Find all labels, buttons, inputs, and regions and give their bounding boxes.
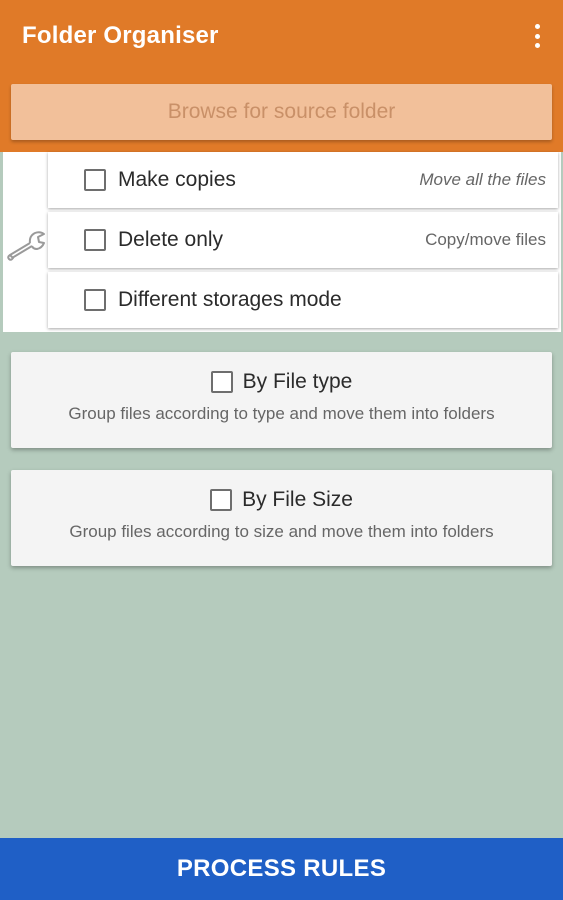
- option-row-delete-only[interactable]: Delete only Copy/move files: [48, 212, 558, 268]
- option-row-make-copies[interactable]: Make copies Move all the files: [48, 152, 558, 208]
- options-panel: Make copies Move all the files Delete on…: [3, 152, 561, 332]
- card-header: By File type: [11, 370, 552, 394]
- option-label: Different storages mode: [118, 288, 342, 311]
- by-file-size-checkbox[interactable]: [210, 489, 233, 511]
- overflow-menu-icon[interactable]: [533, 24, 541, 48]
- by-file-type-checkbox[interactable]: [210, 371, 233, 393]
- different-storages-checkbox[interactable]: [84, 289, 106, 311]
- card-title: By File type: [242, 370, 353, 393]
- card-header: By File Size: [11, 488, 552, 512]
- option-hint: Move all the files: [419, 170, 546, 189]
- card-title: By File Size: [242, 488, 353, 511]
- rule-card-file-type[interactable]: By File type Group files according to ty…: [11, 352, 552, 448]
- browse-section: Browse for source folder: [0, 72, 563, 152]
- app-bar: Folder Organiser: [0, 0, 563, 72]
- make-copies-checkbox[interactable]: [84, 169, 106, 191]
- app-title: Folder Organiser: [22, 22, 219, 49]
- process-rules-button[interactable]: PROCESS RULES: [0, 838, 563, 900]
- card-description: Group files according to size and move t…: [69, 522, 494, 541]
- wrench-icon: [7, 231, 45, 261]
- card-description: Group files according to type and move t…: [68, 404, 495, 423]
- option-row-different-storages[interactable]: Different storages mode: [48, 272, 558, 328]
- browse-source-folder-button[interactable]: Browse for source folder: [11, 84, 552, 140]
- rule-card-file-size[interactable]: By File Size Group files according to si…: [11, 470, 552, 566]
- option-label: Delete only: [118, 228, 224, 251]
- option-hint: Copy/move files: [425, 230, 546, 249]
- delete-only-checkbox[interactable]: [84, 229, 106, 251]
- option-label: Make copies: [118, 168, 236, 191]
